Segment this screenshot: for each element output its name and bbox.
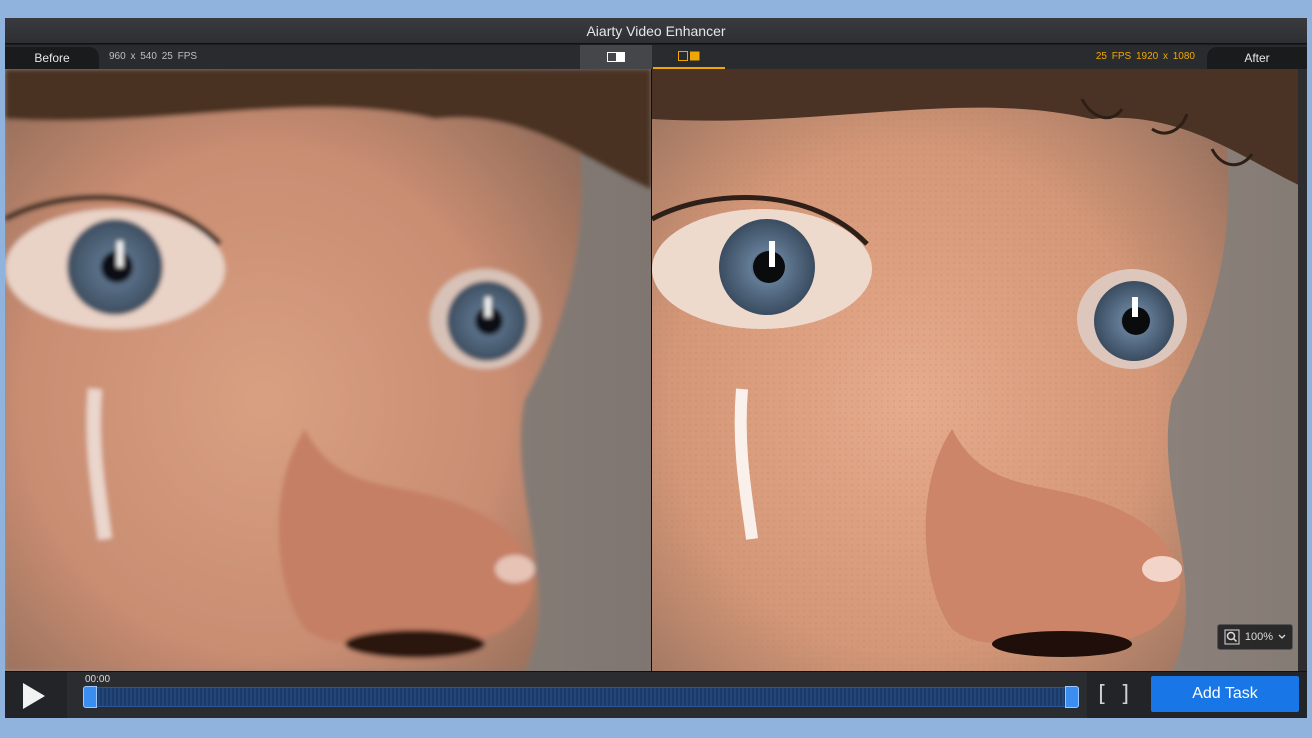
before-label: Before bbox=[34, 51, 70, 65]
before-tab: Before bbox=[5, 47, 99, 69]
split-view-button[interactable] bbox=[653, 45, 725, 69]
app-window: Aiarty Video Enhancer Before 960 x 540 2… bbox=[5, 18, 1307, 718]
after-label: After bbox=[1244, 51, 1270, 65]
after-meta: 25 FPS 1920 x 1080 bbox=[1095, 51, 1195, 62]
comparison-viewer: 100% bbox=[5, 69, 1307, 671]
window-title: Aiarty Video Enhancer bbox=[586, 22, 726, 39]
single-view-icon bbox=[607, 52, 625, 62]
chevron-down-icon bbox=[1278, 634, 1286, 639]
after-face-image bbox=[652, 69, 1298, 671]
single-view-button[interactable] bbox=[580, 45, 652, 69]
after-tab: After bbox=[1207, 47, 1307, 69]
current-time: 00:00 bbox=[85, 674, 111, 685]
zoom-level: 100% bbox=[1244, 631, 1274, 643]
before-face-image bbox=[5, 69, 651, 671]
zoom-control[interactable]: 100% bbox=[1217, 624, 1293, 650]
trim-end-handle[interactable] bbox=[1065, 686, 1079, 708]
after-preview bbox=[652, 69, 1298, 671]
before-meta: 960 x 540 25 FPS bbox=[109, 51, 198, 62]
timeline-track[interactable] bbox=[83, 687, 1079, 707]
timeline[interactable]: 00:00 bbox=[67, 672, 1087, 718]
set-in-point-button[interactable]: [ bbox=[1095, 682, 1108, 707]
zoom-icon bbox=[1224, 629, 1240, 645]
play-button[interactable] bbox=[15, 679, 53, 713]
title-bar: Aiarty Video Enhancer bbox=[5, 18, 1307, 44]
before-preview bbox=[5, 69, 651, 671]
play-icon bbox=[23, 683, 45, 709]
set-out-point-button[interactable]: ] bbox=[1119, 682, 1132, 707]
playback-bar: 00:00 [ ] Add Task bbox=[5, 671, 1307, 718]
info-bar: Before 960 x 540 25 FPS 25 FPS 1920 x 10… bbox=[5, 45, 1307, 69]
split-view-icon bbox=[678, 51, 700, 61]
add-task-button[interactable]: Add Task bbox=[1151, 676, 1299, 712]
trim-start-handle[interactable] bbox=[83, 686, 97, 708]
